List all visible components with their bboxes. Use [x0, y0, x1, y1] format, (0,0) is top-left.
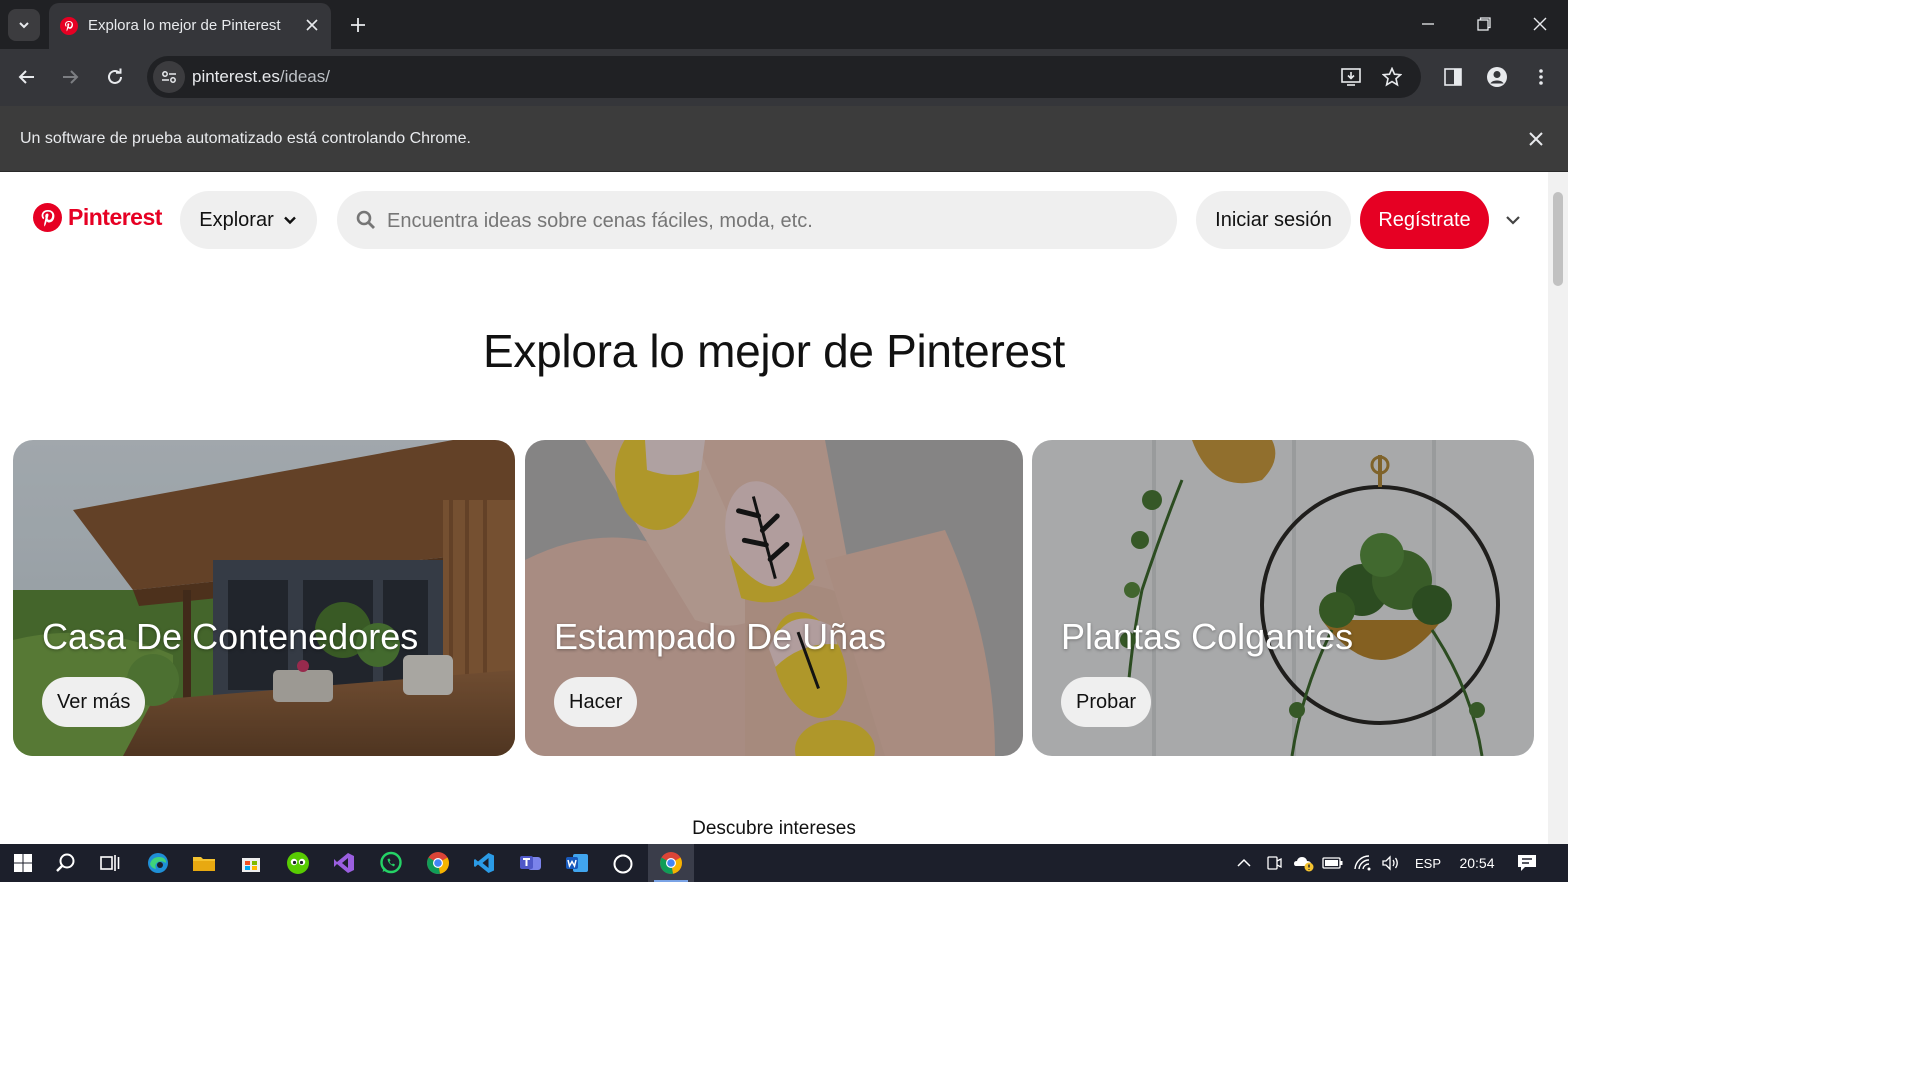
page-scrollbar[interactable] [1548, 172, 1568, 844]
idea-card-estampado-de-unas[interactable]: Estampado De Uñas Hacer [525, 440, 1023, 756]
install-app-icon[interactable] [1336, 61, 1368, 93]
search-icon [356, 210, 375, 229]
edge-icon[interactable] [135, 844, 181, 882]
clock[interactable]: 20:54 [1452, 844, 1502, 882]
windows-start-icon[interactable] [0, 844, 46, 882]
windows-taskbar: ESP 20:54 [0, 844, 1568, 882]
pinterest-icon [60, 17, 78, 35]
browser-tab[interactable]: Explora lo mejor de Pinterest [49, 3, 331, 49]
language-label: ESP [1414, 855, 1441, 871]
login-label: Iniciar sesión [1215, 208, 1332, 231]
profile-icon[interactable] [1481, 61, 1513, 93]
tab-search-button[interactable] [8, 9, 40, 41]
idea-card-plantas-colgantes[interactable]: Plantas Colgantes Probar [1032, 440, 1534, 756]
new-tab-plus-icon[interactable] [344, 11, 372, 39]
logo-text: Pinterest [68, 204, 162, 230]
forward-arrow-icon[interactable] [54, 61, 86, 93]
back-arrow-icon[interactable] [11, 61, 43, 93]
card-title: Estampado De Uñas [554, 616, 887, 657]
file-explorer-icon[interactable] [181, 844, 227, 882]
tab-strip: Explora lo mejor de Pinterest [0, 0, 1568, 49]
meet-now-icon[interactable] [1262, 844, 1286, 882]
bookmark-star-icon[interactable] [1376, 61, 1408, 93]
scrollbar-thumb[interactable] [1553, 192, 1563, 286]
signup-label: Regístrate [1378, 208, 1471, 231]
chrome-active-icon[interactable] [648, 844, 694, 882]
whatsapp-icon[interactable] [368, 844, 414, 882]
kebab-menu-icon[interactable] [1525, 61, 1557, 93]
card-title: Casa De Contenedores [42, 616, 419, 657]
pinterest-icon [33, 203, 62, 232]
page-viewport: Pinterest Explorar Iniciar sesión Regíst… [0, 172, 1548, 844]
more-options-chevron-icon[interactable] [1501, 208, 1525, 232]
address-bar[interactable]: pinterest.es/ideas/ [147, 56, 1421, 98]
page-title: Explora lo mejor de Pinterest [483, 325, 1065, 377]
section-heading: Descubre intereses [692, 818, 856, 839]
time-label: 20:54 [1459, 855, 1495, 871]
search-bar[interactable] [337, 191, 1177, 251]
vscode-icon[interactable] [461, 844, 507, 882]
tab-close-icon[interactable] [302, 15, 322, 35]
automation-infobar: Un software de prueba automatizado está … [0, 106, 1568, 172]
browser-toolbar: pinterest.es/ideas/ [0, 49, 1568, 106]
card-action-button[interactable]: Probar [1061, 677, 1152, 727]
window-close-icon[interactable] [1512, 0, 1568, 48]
show-hidden-icons-chevron-icon[interactable] [1232, 844, 1256, 882]
url-path: /ideas/ [279, 67, 330, 86]
minimize-icon[interactable] [1400, 0, 1456, 48]
chevron-down-icon [19, 22, 29, 29]
card-action-button[interactable]: Hacer [554, 677, 638, 727]
card-title: Plantas Colgantes [1061, 616, 1354, 657]
onedrive-warning-icon[interactable] [1290, 844, 1318, 882]
login-button[interactable]: Iniciar sesión [1196, 191, 1351, 249]
volume-icon[interactable] [1378, 844, 1404, 882]
explore-dropdown-button[interactable]: Explorar [180, 191, 317, 249]
chrome-icon[interactable] [415, 844, 461, 882]
obs-icon[interactable] [600, 844, 646, 882]
word-icon[interactable] [554, 844, 600, 882]
site-info-icon[interactable] [153, 61, 185, 93]
tab-title: Explora lo mejor de Pinterest [88, 17, 281, 34]
duolingo-icon[interactable] [275, 844, 321, 882]
reload-icon[interactable] [99, 61, 131, 93]
battery-icon[interactable] [1320, 844, 1346, 882]
card-action-button[interactable]: Ver más [42, 677, 146, 727]
visual-studio-icon[interactable] [321, 844, 367, 882]
task-view-icon[interactable] [87, 844, 133, 882]
explore-label: Explorar [199, 208, 274, 231]
search-input[interactable] [385, 191, 1149, 251]
teams-icon[interactable] [508, 844, 554, 882]
idea-card-casa-de-contenedores[interactable]: Casa De Contenedores Ver más [13, 440, 515, 756]
pinterest-logo[interactable]: Pinterest [33, 203, 162, 232]
microsoft-store-icon[interactable] [228, 844, 274, 882]
infobar-close-icon[interactable] [1524, 127, 1548, 151]
url-domain: pinterest.es [192, 67, 280, 86]
url-text[interactable]: pinterest.es/ideas/ [192, 67, 330, 87]
wifi-icon[interactable] [1350, 844, 1376, 882]
signup-button[interactable]: Regístrate [1360, 191, 1489, 249]
notifications-icon[interactable] [1512, 844, 1542, 882]
side-panel-icon[interactable] [1437, 61, 1469, 93]
search-icon[interactable] [43, 844, 89, 882]
input-language-indicator[interactable]: ESP [1410, 844, 1446, 882]
restore-icon[interactable] [1456, 0, 1512, 48]
infobar-message: Un software de prueba automatizado está … [20, 130, 471, 147]
chevron-down-icon [283, 216, 296, 225]
